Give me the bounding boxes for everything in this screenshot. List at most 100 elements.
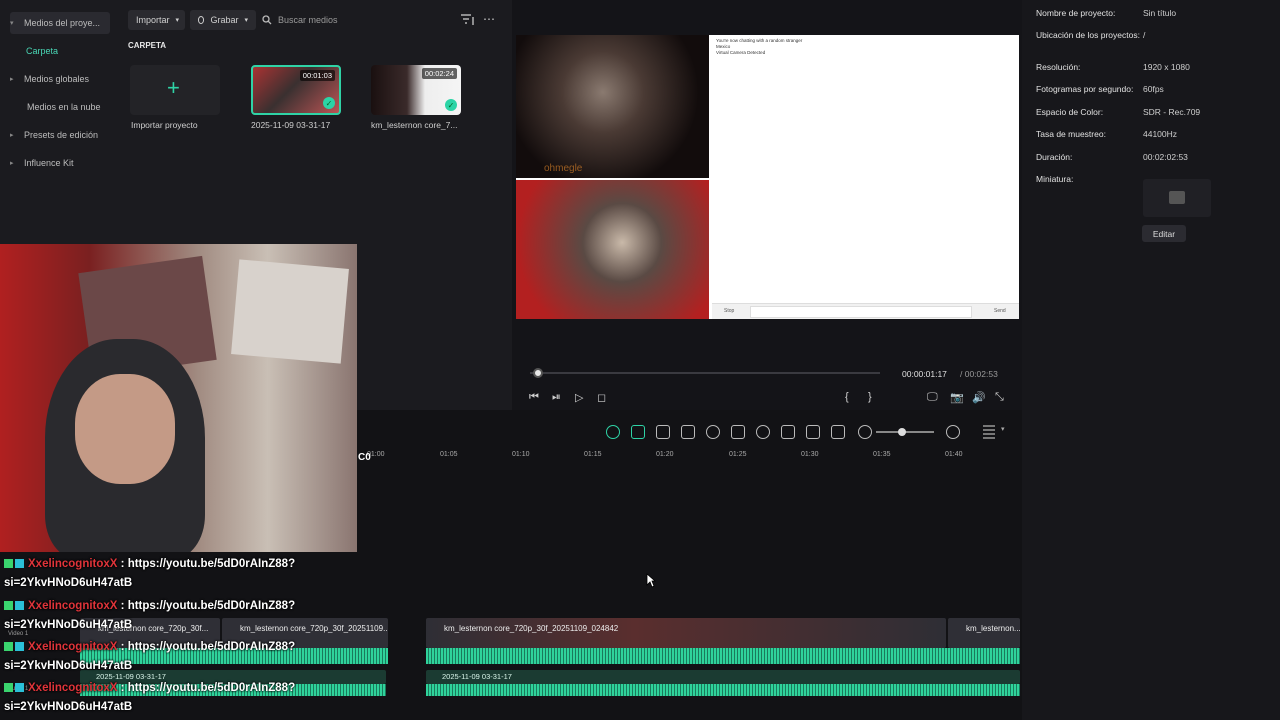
prop-value-name: Sin título <box>1143 8 1177 18</box>
chat-window: You're now chatting with a random strang… <box>716 38 802 56</box>
keyframe-icon[interactable] <box>656 425 670 439</box>
clip-label: km_lesternon core_720p_30f_20251109_0248… <box>444 624 619 633</box>
folder-title: CARPETA <box>128 41 167 50</box>
nav-label: Presets de edición <box>24 130 99 140</box>
zoom-in-icon[interactable] <box>946 425 960 439</box>
image-icon[interactable] <box>806 425 820 439</box>
media-item-label: km_lesternon core_7... <box>371 120 458 130</box>
thumbnail-image-icon <box>1169 191 1185 204</box>
chevron-down-icon: ▾ <box>10 20 14 27</box>
badge-icon <box>4 601 13 610</box>
preview-video: ohmegle You're now chatting with a rando… <box>516 35 1019 319</box>
check-icon: ✓ <box>323 97 335 109</box>
webcam-overlay <box>0 244 357 552</box>
chat-text: : https://youtu.be/5dD0rAInZ88? <box>120 682 296 694</box>
chat-text: : https://youtu.be/5dD0rAInZ88? <box>120 558 296 570</box>
app-window: ▾ Medios del proye... Carpeta ▸ Medios glo… <box>0 0 1280 720</box>
chat-notice: Virtual Camera Detected <box>716 50 766 55</box>
clip-label: km_lesternon... <box>966 624 1020 633</box>
badge-icon <box>4 683 13 692</box>
chat-text: : https://youtu.be/5dD0rAInZ88? <box>120 641 296 653</box>
nav-influence-kit[interactable]: ▸ Influence Kit <box>10 152 110 174</box>
self-video <box>516 180 709 319</box>
mic-icon[interactable] <box>756 425 770 439</box>
chevron-right-icon: ▸ <box>10 160 14 167</box>
chevron-down-icon[interactable]: ▾ <box>1001 425 1005 433</box>
link-icon[interactable] <box>631 425 645 439</box>
nav-edit-presets[interactable]: ▸ Presets de edición <box>10 124 110 146</box>
scrubber-track <box>530 372 880 374</box>
video-clip[interactable]: km_lesternon... <box>948 618 1020 648</box>
nav-project-media[interactable]: ▾ Medios del proye... <box>10 12 110 34</box>
playhead[interactable]: C0 <box>358 452 371 463</box>
speed-icon[interactable] <box>706 425 720 439</box>
search-input[interactable]: Buscar medios <box>278 15 338 25</box>
tick-label: 01:25 <box>729 451 747 458</box>
prop-label-samplerate: Tasa de muestreo: <box>1036 129 1106 139</box>
media-toolbar: Importar ▾ Grabar ▾ Buscar medios ⋯ <box>128 10 508 32</box>
clip-label: km_lesternon core_720p_30f_20251109... <box>240 624 388 633</box>
list-icon[interactable] <box>781 425 795 439</box>
thumbnail-preview[interactable] <box>1143 179 1211 217</box>
playback-scrubber[interactable] <box>530 368 880 378</box>
watermark-text: ohmegle <box>544 163 583 174</box>
prop-label-fps: Fotogramas por segundo: <box>1036 84 1134 94</box>
record-label: Grabar <box>210 15 239 25</box>
nav-label: Medios del proye... <box>24 18 101 28</box>
tick-label: 01:05 <box>440 451 458 458</box>
prop-label-location: Ubicación de los proyectos: <box>1036 30 1140 40</box>
tick-label: 01:20 <box>656 451 674 458</box>
filter-icon[interactable] <box>461 14 475 26</box>
play-icon[interactable]: ▷ <box>575 391 583 404</box>
zoom-out-icon[interactable] <box>858 425 872 439</box>
grid-view-icon[interactable] <box>983 425 995 439</box>
prev-frame-icon[interactable]: ⏮ <box>529 391 539 404</box>
scrubber-handle[interactable] <box>533 368 544 378</box>
prop-value-fps: 60fps <box>1143 84 1164 94</box>
timeline-toolbar: ▾ <box>600 425 1020 441</box>
volume-icon[interactable]: 🔊 <box>972 391 986 404</box>
chat-text: si=2YkvHNoD6uH47atB <box>4 660 133 672</box>
chat-username: XxelincognitoxX <box>28 600 118 612</box>
magnet-icon[interactable] <box>606 425 620 439</box>
clip-icon[interactable] <box>681 425 695 439</box>
display-icon[interactable]: 🖵 <box>927 391 938 404</box>
more-options-icon[interactable]: ⋯ <box>483 12 495 26</box>
prop-value-location: / <box>1143 30 1146 40</box>
zoom-slider-handle[interactable] <box>898 428 906 436</box>
video-clip[interactable]: km_lesternon core_720p_30f_20251109_0248… <box>426 618 946 648</box>
prop-label-name: Nombre de proyecto: <box>1036 8 1116 18</box>
shield-icon[interactable] <box>731 425 745 439</box>
audio-clip-label: 2025-11-09 03-31-17 <box>442 672 512 681</box>
nav-label: Carpeta <box>26 46 59 56</box>
badge-icon <box>15 559 24 568</box>
record-button[interactable]: Grabar ▾ <box>190 10 256 30</box>
mark-in-icon[interactable]: { <box>845 391 849 403</box>
tick-label: 01:15 <box>584 451 602 458</box>
chat-text-input[interactable] <box>750 306 972 318</box>
import-project-tile[interactable]: + <box>130 65 220 115</box>
import-button[interactable]: Importar ▾ <box>128 10 185 30</box>
audio-clip[interactable]: 2025-11-09 03-31-17 <box>426 670 1020 684</box>
edit-thumbnail-button[interactable]: Editar <box>1142 225 1186 242</box>
nav-global-media[interactable]: ▸ Medios globales <box>10 68 110 90</box>
snapshot-icon[interactable]: 📷 <box>950 391 964 404</box>
stop-button[interactable]: Stop <box>724 308 734 314</box>
badge-icon <box>4 642 13 651</box>
badge-icon <box>4 559 13 568</box>
send-button[interactable]: Send <box>994 308 1006 314</box>
media-search[interactable]: Buscar medios <box>262 10 442 30</box>
video-track-label: Video 1 <box>8 631 29 637</box>
nav-folder[interactable]: Carpeta <box>26 40 126 62</box>
media-item-recording[interactable]: 00:01:03 ✓ <box>251 65 341 115</box>
mark-out-icon[interactable]: } <box>868 391 872 403</box>
check-icon: ✓ <box>445 99 457 111</box>
fullscreen-icon[interactable]: ⤡ <box>995 391 1004 404</box>
chat-message: XxelincognitoxX : https://youtu.be/5dD0r… <box>4 558 295 570</box>
media-item-km[interactable]: 00:02:24 ✓ <box>371 65 461 115</box>
play-frame-icon[interactable]: ⏯ <box>552 391 561 404</box>
caption-icon[interactable] <box>831 425 845 439</box>
nav-label: Influence Kit <box>24 158 74 168</box>
stop-icon[interactable]: ◻ <box>597 391 606 404</box>
nav-cloud-media[interactable]: Medios en la nube <box>27 96 127 118</box>
